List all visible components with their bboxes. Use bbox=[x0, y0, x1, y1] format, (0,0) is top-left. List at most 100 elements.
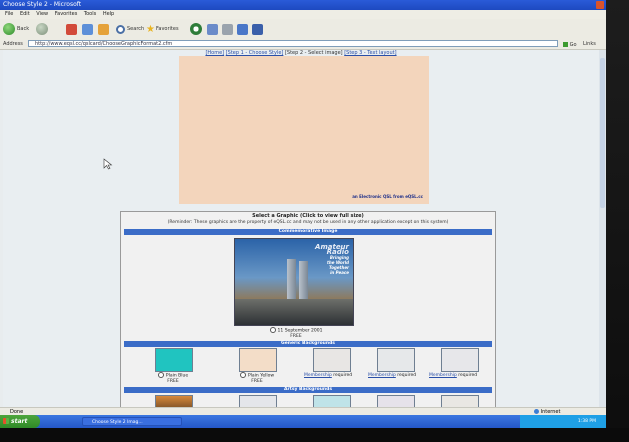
search-label: Search bbox=[127, 26, 145, 32]
tower-left bbox=[287, 259, 296, 303]
home-button[interactable] bbox=[98, 22, 109, 36]
monitor-bezel-bottom bbox=[0, 428, 629, 442]
address-label: Address bbox=[3, 41, 23, 47]
stop-button[interactable] bbox=[66, 22, 77, 36]
skyline bbox=[235, 299, 353, 325]
clock: 1:38 PM bbox=[577, 419, 596, 424]
title-bar: Choose Style 2 - Microsoft bbox=[0, 0, 606, 10]
forward-button[interactable] bbox=[36, 22, 48, 36]
menu-tools[interactable]: Tools bbox=[84, 11, 96, 17]
edit-icon bbox=[237, 23, 248, 35]
print-icon bbox=[222, 23, 233, 35]
messenger-button[interactable] bbox=[252, 22, 263, 36]
plain-blue-label: Plain Blue bbox=[165, 373, 189, 379]
address-input[interactable]: http://www.eqsl.cc/qslcard/ChooseGraphic… bbox=[28, 40, 558, 47]
mouse-pointer-icon bbox=[103, 158, 113, 170]
graphic-selection-panel: Select a Graphic (Click to view full siz… bbox=[120, 211, 496, 407]
go-label: Go bbox=[569, 42, 577, 48]
radio-plain-blue[interactable] bbox=[157, 372, 164, 378]
menu-view[interactable]: View bbox=[36, 11, 48, 17]
windows-flag-icon bbox=[3, 418, 9, 424]
taskbar-item-browser[interactable]: Choose Style 2 Imag... bbox=[82, 417, 182, 426]
search-icon bbox=[116, 24, 125, 34]
plain-yellow-price: FREE bbox=[251, 378, 263, 384]
section-commemorative: Commemorative Image bbox=[124, 229, 492, 235]
thumb-member-1[interactable] bbox=[313, 348, 351, 372]
search-button[interactable]: Search bbox=[116, 22, 144, 36]
membership-link-3[interactable]: Membership bbox=[429, 373, 457, 378]
edit-button[interactable] bbox=[237, 22, 248, 36]
thumb-artsy-1[interactable] bbox=[155, 395, 193, 407]
membership-link-2[interactable]: Membership bbox=[368, 373, 396, 378]
member-note-3: Membership required bbox=[429, 373, 477, 378]
links-button[interactable]: Links bbox=[583, 39, 596, 49]
thumb-artsy-2[interactable] bbox=[239, 395, 277, 407]
section-artsy: Artsy Backgrounds bbox=[124, 387, 492, 393]
favorites-button[interactable]: ★ Favorites bbox=[146, 22, 179, 36]
vertical-scrollbar[interactable] bbox=[599, 50, 606, 407]
radio-sept11[interactable] bbox=[269, 327, 276, 333]
thumb-member-3[interactable] bbox=[441, 348, 479, 372]
address-bar: Address http://www.eqsl.cc/qslcard/Choos… bbox=[0, 39, 606, 50]
mail-icon bbox=[207, 23, 218, 35]
taskbar: start Choose Style 2 Imag... 1:38 PM bbox=[0, 415, 606, 428]
panel-title: Select a Graphic (Click to view full siz… bbox=[252, 213, 364, 219]
mail-button[interactable] bbox=[207, 22, 218, 36]
start-button[interactable]: start bbox=[0, 415, 40, 428]
home-icon bbox=[98, 23, 109, 35]
card-preview: an Electronic QSL from eQSL.cc bbox=[179, 56, 429, 204]
preview-credit: an Electronic QSL from eQSL.cc bbox=[352, 194, 423, 199]
scrollbar-thumb[interactable] bbox=[600, 58, 605, 208]
browser-toolbar: Back Search ★ Favorites bbox=[0, 19, 606, 40]
thumb-artsy-5[interactable] bbox=[441, 395, 479, 407]
member-text-2: required bbox=[397, 373, 417, 378]
stop-icon bbox=[66, 23, 77, 35]
back-button[interactable]: Back bbox=[3, 22, 29, 36]
panel-reminder: (Reminder: These graphics are the proper… bbox=[167, 220, 449, 225]
back-arrow-icon bbox=[3, 23, 15, 35]
history-icon bbox=[190, 23, 202, 35]
menu-help[interactable]: Help bbox=[103, 11, 114, 17]
back-label: Back bbox=[17, 26, 30, 32]
print-button[interactable] bbox=[222, 22, 233, 36]
member-text-3: required bbox=[458, 373, 478, 378]
membership-link-1[interactable]: Membership bbox=[304, 373, 332, 378]
start-label: start bbox=[11, 418, 28, 425]
star-icon: ★ bbox=[146, 23, 155, 35]
section-generic: Generic Backgrounds bbox=[124, 341, 492, 347]
featured-option-label: 11 September 2001 bbox=[277, 328, 323, 334]
featured-option[interactable]: 11 September 2001 FREE bbox=[261, 327, 331, 339]
member-note-1: Membership required bbox=[304, 373, 352, 378]
featured-image-wtc[interactable]: Amateur Radio Bringing the World Togethe… bbox=[234, 238, 354, 326]
plain-blue-price: FREE bbox=[167, 378, 179, 384]
option-plain-blue[interactable]: Plain Blue FREE bbox=[145, 372, 201, 384]
thumb-plain-yellow[interactable] bbox=[239, 348, 277, 372]
history-button[interactable] bbox=[190, 22, 202, 36]
monitor-bezel-right bbox=[606, 0, 629, 442]
window-title: Choose Style 2 - Microsoft bbox=[3, 1, 82, 8]
thumb-plain-blue[interactable] bbox=[155, 348, 193, 372]
globe-icon bbox=[534, 409, 539, 414]
thumb-artsy-4[interactable] bbox=[377, 395, 415, 407]
featured-text: Amateur Radio Bringing the World Togethe… bbox=[307, 244, 349, 276]
go-button[interactable]: Go bbox=[563, 40, 577, 50]
taskbar-item-label: Choose Style 2 Imag... bbox=[92, 420, 143, 425]
thumb-member-2[interactable] bbox=[377, 348, 415, 372]
forward-arrow-icon bbox=[36, 23, 48, 35]
go-arrow-icon bbox=[563, 42, 568, 47]
page-content: [Home] [Step 1 - Choose Style] [Step 2 -… bbox=[3, 50, 599, 407]
featured-line6: in Peace bbox=[330, 270, 349, 275]
thumb-artsy-3[interactable] bbox=[313, 395, 351, 407]
close-window-button[interactable] bbox=[596, 1, 604, 9]
system-tray: 1:38 PM bbox=[520, 415, 606, 428]
refresh-button[interactable] bbox=[82, 22, 93, 36]
menu-favorites[interactable]: Favorites bbox=[55, 11, 78, 17]
favorites-label: Favorites bbox=[155, 26, 179, 32]
menu-edit[interactable]: Edit bbox=[20, 11, 30, 17]
option-plain-yellow[interactable]: Plain Yellow FREE bbox=[229, 372, 285, 384]
messenger-icon bbox=[252, 23, 263, 35]
plain-yellow-label: Plain Yellow bbox=[247, 373, 275, 379]
member-note-2: Membership required bbox=[368, 373, 416, 378]
radio-plain-yellow[interactable] bbox=[239, 372, 246, 378]
menu-file[interactable]: File bbox=[5, 11, 13, 17]
